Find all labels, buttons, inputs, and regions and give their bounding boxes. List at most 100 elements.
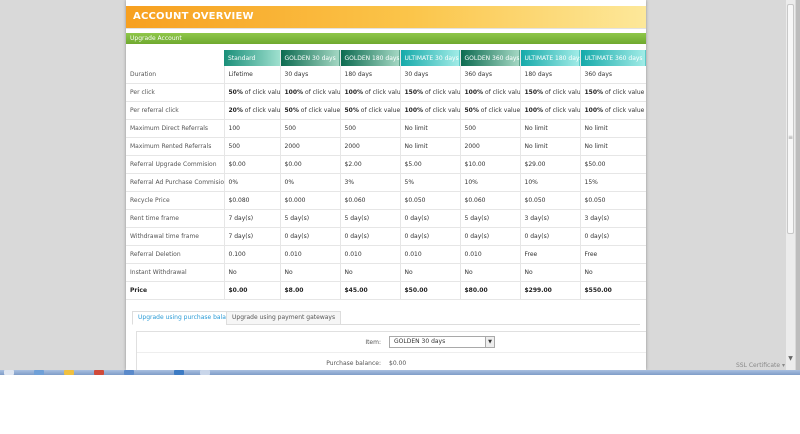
- table-cell: 100: [224, 119, 281, 138]
- row-label: Referral Upgrade Commision: [126, 155, 225, 174]
- table-cell: No: [580, 263, 646, 282]
- table-cell: 0 day(s): [460, 227, 521, 246]
- table-cell: $80.00: [460, 281, 521, 300]
- table-row: Per click50% of click value100% of click…: [126, 83, 646, 102]
- cell-value: 150%: [584, 89, 604, 96]
- taskbar-icon[interactable]: [4, 370, 14, 375]
- table-cell: 30 days: [280, 66, 341, 84]
- table-row: Per referral click20% of click value50% …: [126, 101, 646, 120]
- table-cell: 2000: [340, 137, 401, 156]
- cell-value: 150%: [404, 89, 424, 96]
- taskbar-icon[interactable]: [124, 370, 134, 375]
- table-cell: $0.050: [580, 191, 646, 210]
- table-cell: 500: [224, 137, 281, 156]
- table-row: Recycle Price $0.080 $0.000 $0.060 $0.050 $0.…: [126, 191, 646, 210]
- cell-suffix: of click value: [603, 107, 645, 114]
- row-label: Duration: [126, 66, 225, 84]
- row-label: Recycle Price: [126, 191, 225, 210]
- table-cell: $0.050: [400, 191, 461, 210]
- plans-header-row: Standard GOLDEN 30 days GOLDEN 180 days ULT…: [126, 50, 646, 66]
- plans-table: Standard GOLDEN 30 days GOLDEN 180 days ULT…: [126, 50, 646, 300]
- taskbar-icon[interactable]: [94, 370, 104, 375]
- table-cell: 0 day(s): [340, 227, 401, 246]
- cell-value: 100%: [404, 107, 424, 114]
- row-label: Maximum Direct Referrals: [126, 119, 225, 138]
- table-row: Instant Withdrawal No No No No No No No: [126, 263, 646, 282]
- table-cell: Free: [580, 245, 646, 264]
- table-cell: 30 days: [400, 66, 461, 84]
- scrollbar-thumb[interactable]: [787, 4, 794, 234]
- cell-suffix: of click value: [544, 89, 579, 96]
- cell-value: 50%: [228, 89, 243, 96]
- main-content: ACCOUNT OVERVIEW Upgrade Account Standar…: [126, 0, 646, 370]
- table-cell: 7 day(s): [224, 227, 281, 246]
- table-cell: 180 days: [340, 66, 401, 84]
- table-cell: $0.060: [460, 191, 521, 210]
- plan-header: ULTIMATE 30 days: [400, 50, 461, 66]
- window-edge: [796, 0, 800, 370]
- header-blank-cell: [126, 50, 224, 66]
- table-cell: 0 day(s): [400, 227, 461, 246]
- table-cell: 50% of click value: [460, 101, 521, 120]
- taskbar-icon[interactable]: [200, 370, 210, 375]
- table-cell: 500: [280, 119, 341, 138]
- table-cell: 180 days: [520, 66, 581, 84]
- table-cell: $45.00: [340, 281, 401, 300]
- table-cell: 150% of click value: [400, 83, 461, 102]
- table-cell: 100% of click value: [520, 101, 581, 120]
- table-cell: 0%: [224, 173, 281, 192]
- scroll-down-arrow-icon[interactable]: ▼: [786, 355, 795, 364]
- cell-value: 150%: [524, 89, 544, 96]
- table-cell: 0.010: [400, 245, 461, 264]
- table-cell: 5 day(s): [280, 209, 341, 228]
- table-cell: $5.00: [400, 155, 461, 174]
- table-cell: 3%: [340, 173, 401, 192]
- cell-suffix: of click value: [424, 107, 459, 114]
- cell-suffix: of click value: [244, 107, 279, 114]
- table-cell: 5%: [400, 173, 461, 192]
- cell-value: 100%: [524, 107, 544, 114]
- row-label: Per click: [126, 83, 225, 102]
- table-cell: 50% of click value: [280, 101, 341, 120]
- table-cell: Lifetime: [224, 66, 281, 84]
- table-cell: 0.010: [460, 245, 521, 264]
- table-cell: $0.080: [224, 191, 281, 210]
- cell-suffix: of click value: [478, 107, 520, 114]
- item-select[interactable]: GOLDEN 30 days ▼: [389, 336, 495, 348]
- item-row: Item: GOLDEN 30 days ▼: [137, 332, 646, 353]
- table-cell: $0.050: [520, 191, 581, 210]
- cell-value: 50%: [284, 107, 299, 114]
- page-title: ACCOUNT OVERVIEW: [133, 11, 254, 22]
- table-cell: No: [520, 263, 581, 282]
- item-label: Item:: [365, 339, 381, 346]
- table-cell: $29.00: [520, 155, 581, 174]
- table-cell: $50.00: [400, 281, 461, 300]
- table-cell: 7 day(s): [224, 209, 281, 228]
- plan-header: ULTIMATE 360 days: [580, 50, 646, 66]
- table-cell: 0.100: [224, 245, 281, 264]
- table-cell: $0.00: [224, 155, 281, 174]
- cell-suffix: of click value: [358, 107, 400, 114]
- header-bar: ACCOUNT OVERVIEW: [126, 6, 646, 29]
- table-cell: $10.00: [460, 155, 521, 174]
- row-label: Referral Deletion: [126, 245, 225, 264]
- row-label: Withdrawal time frame: [126, 227, 225, 246]
- tab-payment-gateways[interactable]: Upgrade using payment gateways: [226, 311, 342, 325]
- row-label: Instant Withdrawal: [126, 263, 225, 282]
- cell-suffix: of click value: [244, 89, 279, 96]
- cell-value: 100%: [584, 107, 604, 114]
- table-row: Duration Lifetime 30 days 180 days 30 days 36…: [126, 66, 646, 84]
- table-cell: 10%: [460, 173, 521, 192]
- taskbar: [0, 370, 800, 375]
- table-cell: 0 day(s): [400, 209, 461, 228]
- taskbar-icon[interactable]: [64, 370, 74, 375]
- taskbar-icon[interactable]: [34, 370, 44, 375]
- table-cell: 0 day(s): [280, 227, 341, 246]
- table-row: Referral Upgrade Commision $0.00 $0.00 $2.0…: [126, 155, 646, 174]
- table-cell: 0 day(s): [580, 227, 646, 246]
- table-cell: 5 day(s): [340, 209, 401, 228]
- balance-row: Purchase balance: $0.00: [137, 353, 646, 370]
- cell-suffix: of click value: [484, 89, 519, 96]
- table-cell: $550.00: [580, 281, 646, 300]
- taskbar-icon[interactable]: [174, 370, 184, 375]
